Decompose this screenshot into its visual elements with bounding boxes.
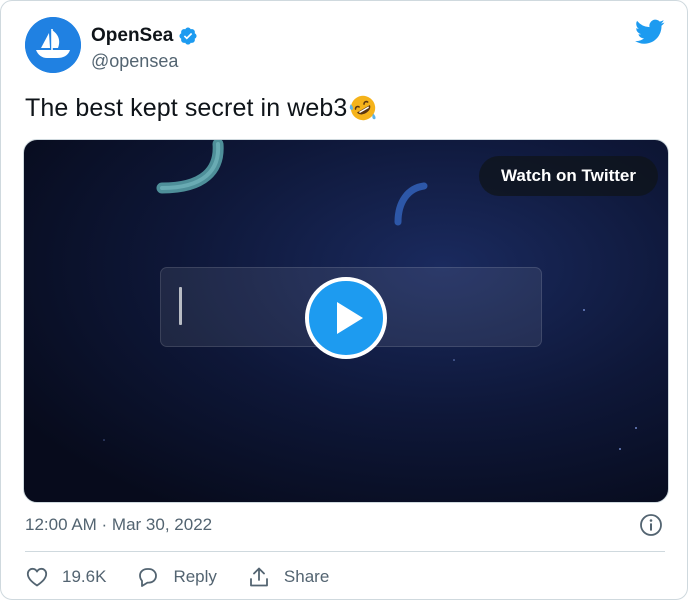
tweet-actions: 19.6K Reply Share <box>25 564 359 590</box>
like-count: 19.6K <box>62 567 107 586</box>
tweet-text-content: The best kept secret in web3 <box>25 93 348 122</box>
reply-label: Reply <box>173 567 217 586</box>
heart-icon <box>26 567 48 587</box>
tweet-card: OpenSea @opensea The best kept secret in… <box>0 0 688 600</box>
author-handle[interactable]: @opensea <box>91 51 178 72</box>
info-icon[interactable] <box>639 513 663 537</box>
reply-icon <box>139 568 158 587</box>
video-player[interactable]: Watch on Twitter <box>23 139 669 503</box>
divider <box>25 551 665 552</box>
text-caret <box>179 287 182 325</box>
tweet-timestamp[interactable]: 12:00 AM · Mar 30, 2022 <box>25 515 212 535</box>
opensea-ship-logo-icon <box>25 17 81 73</box>
author-name[interactable]: OpenSea <box>91 25 198 47</box>
share-button[interactable]: Share <box>247 565 329 589</box>
reply-button[interactable]: Reply <box>136 565 217 589</box>
author-name-text: OpenSea <box>91 25 174 46</box>
share-label: Share <box>283 567 330 586</box>
like-button[interactable]: 19.6K <box>25 565 106 589</box>
opensea-avatar[interactable] <box>25 17 81 73</box>
play-icon[interactable] <box>305 277 387 359</box>
share-icon <box>250 567 268 587</box>
rolling-on-floor-laughing-emoji-icon <box>350 95 376 121</box>
tweet-text: The best kept secret in web3 <box>25 93 378 123</box>
verified-badge-icon <box>179 27 197 45</box>
watch-on-twitter-button[interactable]: Watch on Twitter <box>478 156 658 196</box>
twitter-bird-icon[interactable] <box>635 19 665 45</box>
